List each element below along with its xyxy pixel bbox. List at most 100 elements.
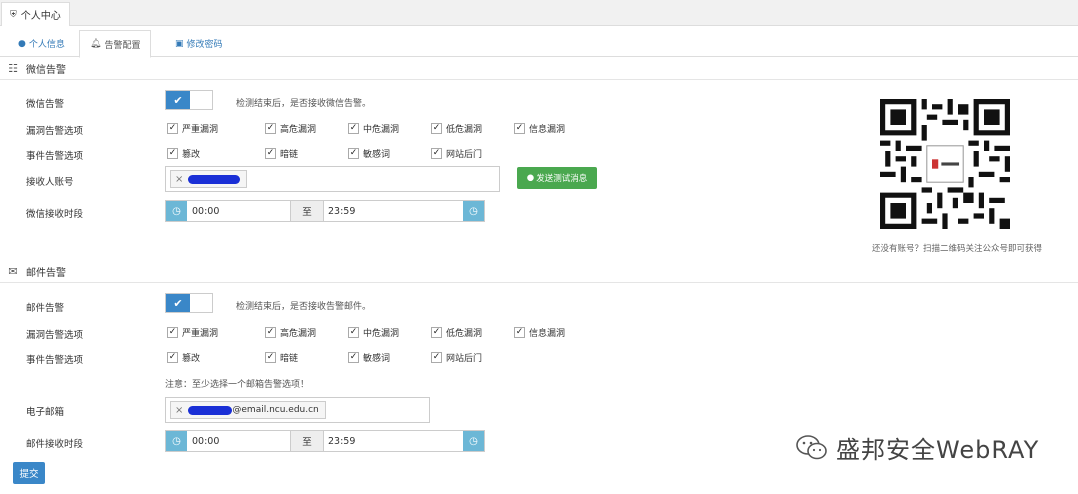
wechat-vuln-medium[interactable]: ✓ 中危漏洞	[348, 122, 399, 135]
checkbox-checked-icon: ✓	[348, 148, 359, 159]
wechat-vuln-info[interactable]: ✓ 信息漏洞	[514, 122, 565, 135]
checkbox-checked-icon: ✓	[265, 123, 276, 134]
wechat-time-end[interactable]: 23:59	[328, 201, 355, 221]
lock-icon: ▣	[175, 38, 184, 49]
checkbox-label: 高危漏洞	[280, 125, 317, 135]
submit-button[interactable]: 提交	[13, 462, 45, 484]
tab-change-password[interactable]: ▣ 修改密码	[165, 30, 233, 57]
checkbox-label: 敏感词	[363, 354, 391, 364]
mail-time-label: 邮件接收时段	[26, 439, 84, 450]
checkbox-checked-icon: ✓	[348, 123, 359, 134]
redacted-account	[188, 174, 241, 184]
checkbox-checked-icon: ✓	[167, 327, 178, 338]
tab-alert-config-label: 告警配置	[104, 40, 141, 51]
wechat-receiver-input[interactable]: ×	[165, 166, 500, 192]
mail-note: 注意：至少选择一个邮箱告警选项！	[165, 380, 310, 390]
checkbox-label: 低危漏洞	[446, 125, 483, 135]
clock-icon[interactable]: ◷	[166, 431, 187, 451]
remove-tag-icon[interactable]: ×	[175, 405, 183, 416]
email-domain: @email.ncu.edu.cn	[232, 405, 319, 415]
mail-vuln-info[interactable]: ✓ 信息漏洞	[514, 326, 565, 339]
wechat-toggle-label: 微信告警	[26, 99, 65, 110]
checkbox-checked-icon: ✓	[514, 123, 525, 134]
envelope-icon: ✉	[8, 265, 18, 278]
send-test-message-button[interactable]: ● 发送测试消息	[517, 167, 597, 189]
checkbox-label: 严重漏洞	[182, 329, 219, 339]
checkbox-checked-icon: ✓	[167, 123, 178, 134]
user-icon: ●	[18, 38, 26, 49]
shield-icon: ⛨	[10, 9, 17, 20]
mail-toggle-hint: 检测结束后，是否接收告警邮件。	[236, 302, 372, 312]
send-test-message-label: 发送测试消息	[536, 174, 588, 184]
checkbox-checked-icon: ✓	[431, 123, 442, 134]
wechat-event-sensitive[interactable]: ✓ 敏感词	[348, 147, 390, 160]
checkbox-checked-icon: ✓	[431, 148, 442, 159]
checkbox-checked-icon: ✓	[167, 148, 178, 159]
wechat-event-label: 事件告警选项	[26, 151, 84, 162]
wechat-alert-toggle[interactable]: ✔	[165, 90, 213, 110]
clock-icon[interactable]: ◷	[463, 201, 484, 221]
checkbox-label: 信息漏洞	[529, 329, 566, 339]
wechat-vuln-high[interactable]: ✓ 高危漏洞	[265, 122, 316, 135]
checkbox-label: 信息漏洞	[529, 125, 566, 135]
wechat-logo-icon	[796, 434, 827, 459]
wechat-event-backdoor[interactable]: ✓ 网站后门	[431, 147, 482, 160]
comment-icon: ●	[526, 173, 535, 183]
mail-event-backdoor[interactable]: ✓ 网站后门	[431, 351, 482, 364]
redacted-email-user	[188, 405, 233, 415]
email-input[interactable]: × @email.ncu.edu.cn	[165, 397, 430, 423]
checkbox-checked-icon: ✓	[265, 352, 276, 363]
email-tag[interactable]: × @email.ncu.edu.cn	[170, 401, 326, 419]
wechat-event-darklink[interactable]: ✓ 暗链	[265, 147, 298, 160]
clock-icon[interactable]: ◷	[463, 431, 484, 451]
wechat-receiver-label: 接收人账号	[26, 177, 74, 188]
checkbox-label: 暗链	[280, 150, 299, 160]
mail-alert-toggle[interactable]: ✔	[165, 293, 213, 313]
checkbox-checked-icon: ✓	[431, 327, 442, 338]
checkbox-label: 暗链	[280, 354, 299, 364]
checkbox-label: 网站后门	[446, 354, 483, 364]
wechat-time-label: 微信接收时段	[26, 209, 84, 220]
mail-event-darklink[interactable]: ✓ 暗链	[265, 351, 298, 364]
checkbox-label: 网站后门	[446, 150, 483, 160]
tab-personal-center[interactable]: ⛨ 个人中心	[1, 2, 70, 26]
mail-section-title: 邮件告警	[26, 268, 66, 279]
sub-tab-bar: ● 个人信息 🔔︎ 告警配置 ▣ 修改密码	[0, 30, 1078, 58]
tab-personal-info-label: 个人信息	[28, 40, 65, 50]
tab-personal-center-label: 个人中心	[20, 11, 61, 22]
clock-icon[interactable]: ◷	[166, 201, 187, 221]
wechat-section-title: 微信告警	[26, 65, 66, 76]
tab-change-password-label: 修改密码	[186, 40, 223, 50]
checkbox-label: 严重漏洞	[182, 125, 219, 135]
checkbox-checked-icon: ✓	[514, 327, 525, 338]
top-tab-bar: ⛨ 个人中心	[0, 0, 1078, 26]
wechat-vuln-low[interactable]: ✓ 低危漏洞	[431, 122, 482, 135]
remove-tag-icon[interactable]: ×	[175, 174, 183, 185]
tab-personal-info[interactable]: ● 个人信息	[8, 30, 75, 57]
mail-toggle-label: 邮件告警	[26, 303, 65, 314]
qr-caption: 还没有账号？扫描二维码关注公众号即可获得	[872, 244, 1043, 254]
mail-vuln-medium[interactable]: ✓ 中危漏洞	[348, 326, 399, 339]
mail-time-range: ◷ 00:00 至 23:59 ◷	[165, 430, 485, 452]
mail-event-tamper[interactable]: ✓ 篡改	[167, 351, 200, 364]
tab-alert-config[interactable]: 🔔︎ 告警配置	[79, 30, 152, 58]
mail-event-sensitive[interactable]: ✓ 敏感词	[348, 351, 390, 364]
checkbox-label: 中危漏洞	[363, 329, 400, 339]
wechat-event-tamper[interactable]: ✓ 篡改	[167, 147, 200, 160]
qr-code-image	[880, 99, 1010, 229]
checkbox-checked-icon: ✓	[348, 327, 359, 338]
check-icon: ✔	[166, 91, 190, 109]
wechat-section-header: ☷ 微信告警	[0, 58, 1078, 80]
mail-vuln-high[interactable]: ✓ 高危漏洞	[265, 326, 316, 339]
checkbox-checked-icon: ✓	[265, 148, 276, 159]
mail-vuln-low[interactable]: ✓ 低危漏洞	[431, 326, 482, 339]
wechat-vuln-label: 漏洞告警选项	[26, 126, 84, 137]
mail-time-start[interactable]: 00:00	[192, 431, 219, 451]
mail-vuln-critical[interactable]: ✓ 严重漏洞	[167, 326, 218, 339]
wechat-time-start[interactable]: 00:00	[192, 201, 219, 221]
receiver-tag[interactable]: ×	[170, 170, 248, 188]
wechat-vuln-critical[interactable]: ✓ 严重漏洞	[167, 122, 218, 135]
watermark: 盛邦安全WebRAY	[796, 430, 1039, 465]
mail-time-end[interactable]: 23:59	[328, 431, 355, 451]
checkbox-label: 敏感词	[363, 150, 391, 160]
